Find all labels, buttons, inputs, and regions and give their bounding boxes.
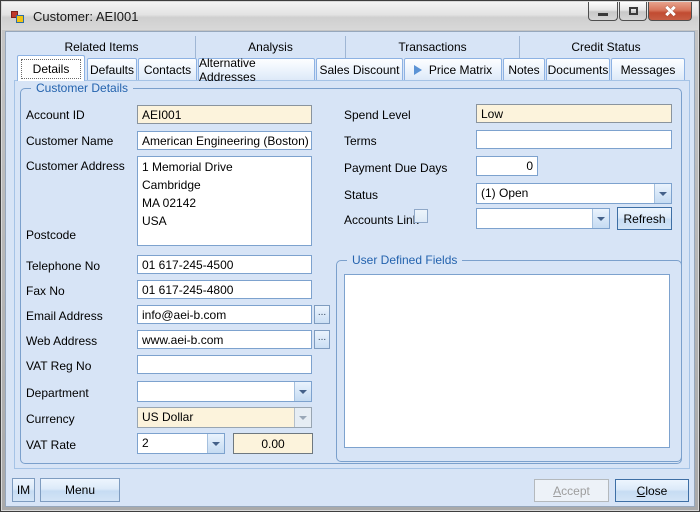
im-button[interactable]: IM (12, 478, 35, 502)
email-field[interactable]: info@aei-b.com (137, 305, 312, 324)
title-bar[interactable]: Customer: AEI001 (2, 2, 698, 30)
tab-messages-label: Messages (621, 63, 676, 77)
postcode-label: Postcode (26, 228, 76, 242)
vat-amount-field: 0.00 (233, 433, 313, 454)
maximize-button[interactable] (619, 2, 647, 21)
top-nav-row: Related Items Analysis Transactions Cred… (8, 36, 692, 58)
chevron-down-icon (299, 416, 307, 420)
telephone-field[interactable]: 01 617-245-4500 (137, 255, 312, 274)
payment-due-days-label: Payment Due Days (344, 161, 447, 175)
web-browse-button[interactable]: ... (314, 330, 330, 349)
web-field[interactable]: www.aei-b.com (137, 330, 312, 349)
tab-notes-label: Notes (508, 63, 539, 77)
account-id-label: Account ID (26, 108, 85, 122)
tab-documents[interactable]: Documents (546, 58, 610, 80)
fax-label: Fax No (26, 284, 65, 298)
tab-defaults-label: Defaults (90, 63, 134, 77)
accept-button[interactable]: Accept (534, 479, 609, 502)
user-defined-fields-panel (344, 274, 670, 448)
customer-name-field[interactable]: American Engineering (Boston) Inc (137, 131, 312, 150)
accounts-link-dropdown-button[interactable] (592, 209, 609, 228)
window-title: Customer: AEI001 (33, 9, 139, 24)
customer-address-field[interactable]: 1 Memorial Drive Cambridge MA 02142 USA (137, 156, 312, 246)
email-label: Email Address (26, 309, 103, 323)
status-value: (1) Open (481, 186, 651, 200)
minimize-icon (598, 13, 608, 16)
close-button[interactable] (648, 2, 692, 21)
chevron-down-icon (212, 442, 220, 446)
vat-reg-field[interactable] (137, 355, 312, 374)
tab-alternative-addresses-label: Alternative Addresses (199, 56, 314, 84)
customer-window: Customer: AEI001 Related Items Analysis … (0, 0, 700, 512)
currency-combo: US Dollar (137, 407, 312, 428)
nav-tab-transactions[interactable]: Transactions (346, 36, 520, 58)
refresh-button[interactable]: Refresh (617, 207, 672, 230)
tab-alternative-addresses[interactable]: Alternative Addresses (198, 58, 315, 80)
minimize-button[interactable] (588, 2, 618, 21)
accounts-link-checkbox[interactable] (414, 209, 428, 223)
vat-rate-value: 2 (142, 436, 204, 450)
tab-price-matrix-label: Price Matrix (429, 63, 492, 77)
chevron-down-icon (299, 390, 307, 394)
nav-tab-credit-status[interactable]: Credit Status (520, 36, 692, 58)
tab-defaults[interactable]: Defaults (87, 58, 137, 80)
account-id-field[interactable]: AEI001 (137, 105, 312, 124)
user-defined-fields-group-title: User Defined Fields (347, 253, 462, 267)
currency-dropdown-button (294, 408, 311, 427)
tab-price-matrix[interactable]: Price Matrix (404, 58, 502, 80)
status-label: Status (344, 188, 378, 202)
accounts-link-label: Accounts Link (344, 213, 419, 227)
department-label: Department (26, 386, 89, 400)
tab-messages[interactable]: Messages (611, 58, 685, 80)
terms-field[interactable] (476, 130, 672, 149)
close-button-label-rest: lose (645, 484, 667, 498)
spend-level-label: Spend Level (344, 108, 411, 122)
chevron-down-icon (659, 192, 667, 196)
currency-label: Currency (26, 412, 75, 426)
customer-address-label: Customer Address (26, 159, 125, 173)
web-label: Web Address (26, 334, 97, 348)
client-area: Related Items Analysis Transactions Cred… (5, 31, 695, 507)
tab-documents-label: Documents (548, 63, 609, 77)
fax-field[interactable]: 01 617-245-4800 (137, 280, 312, 299)
menu-button[interactable]: Menu (40, 478, 120, 502)
tab-scroll-arrow-icon (414, 65, 422, 75)
accept-button-label-first: A (553, 484, 561, 498)
focus-rectangle (21, 59, 81, 79)
payment-due-days-field[interactable]: 0 (476, 156, 538, 176)
vat-rate-dropdown-button[interactable] (207, 434, 224, 453)
currency-value: US Dollar (142, 410, 291, 424)
customer-name-label: Customer Name (26, 134, 113, 148)
tab-contacts-label: Contacts (144, 63, 191, 77)
tab-contacts[interactable]: Contacts (138, 58, 197, 80)
spend-level-field: Low (476, 104, 672, 123)
customer-details-group-title: Customer Details (31, 81, 133, 95)
tab-sales-discount-label: Sales Discount (319, 63, 399, 77)
accounts-link-combo[interactable] (476, 208, 610, 229)
app-icon (10, 8, 26, 24)
chevron-down-icon (597, 217, 605, 221)
email-browse-button[interactable]: ... (314, 305, 330, 324)
department-combo[interactable] (137, 381, 312, 402)
telephone-label: Telephone No (26, 259, 100, 273)
terms-label: Terms (344, 134, 377, 148)
status-combo[interactable]: (1) Open (476, 183, 672, 204)
vat-rate-combo[interactable]: 2 (137, 433, 225, 454)
vat-reg-label: VAT Reg No (26, 359, 91, 373)
maximize-icon (629, 7, 638, 15)
department-dropdown-button[interactable] (294, 382, 311, 401)
close-form-button[interactable]: Close (615, 479, 689, 502)
tab-notes[interactable]: Notes (503, 58, 545, 80)
tab-details[interactable]: Details (17, 55, 85, 81)
status-dropdown-button[interactable] (654, 184, 671, 203)
close-button-label-first: C (637, 484, 646, 498)
vat-rate-label: VAT Rate (26, 438, 76, 452)
tab-sales-discount[interactable]: Sales Discount (316, 58, 403, 80)
accept-button-label-rest: ccept (561, 484, 590, 498)
close-icon (664, 5, 676, 17)
